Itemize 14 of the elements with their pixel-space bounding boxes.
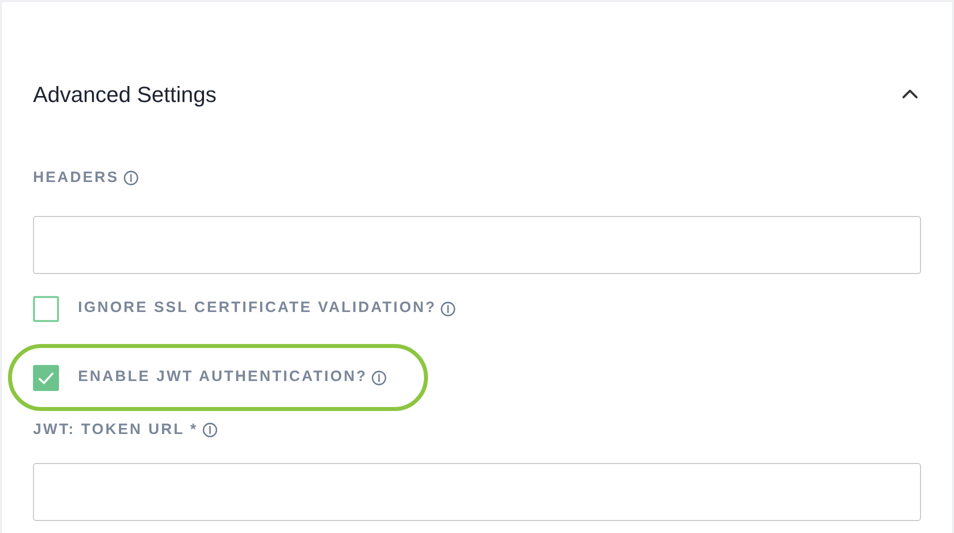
info-icon[interactable] [371,370,388,386]
section-title: Advanced Settings [33,80,216,109]
info-icon[interactable] [440,300,456,316]
checkbox[interactable] [33,364,59,390]
field-label: JWT: TOKEN URL * [33,420,198,440]
info-icon[interactable] [122,170,139,186]
check-icon [37,370,55,384]
checkbox-label: IGNORE SSL CERTIFICATE VALIDATION? [78,298,436,318]
checkbox[interactable] [33,296,59,322]
field-label: HEADERS [33,168,119,188]
info-icon[interactable] [202,422,218,438]
text-field[interactable] [33,216,921,274]
checkbox-label: ENABLE JWT AUTHENTICATION? [78,367,368,388]
text-field[interactable] [33,463,921,521]
